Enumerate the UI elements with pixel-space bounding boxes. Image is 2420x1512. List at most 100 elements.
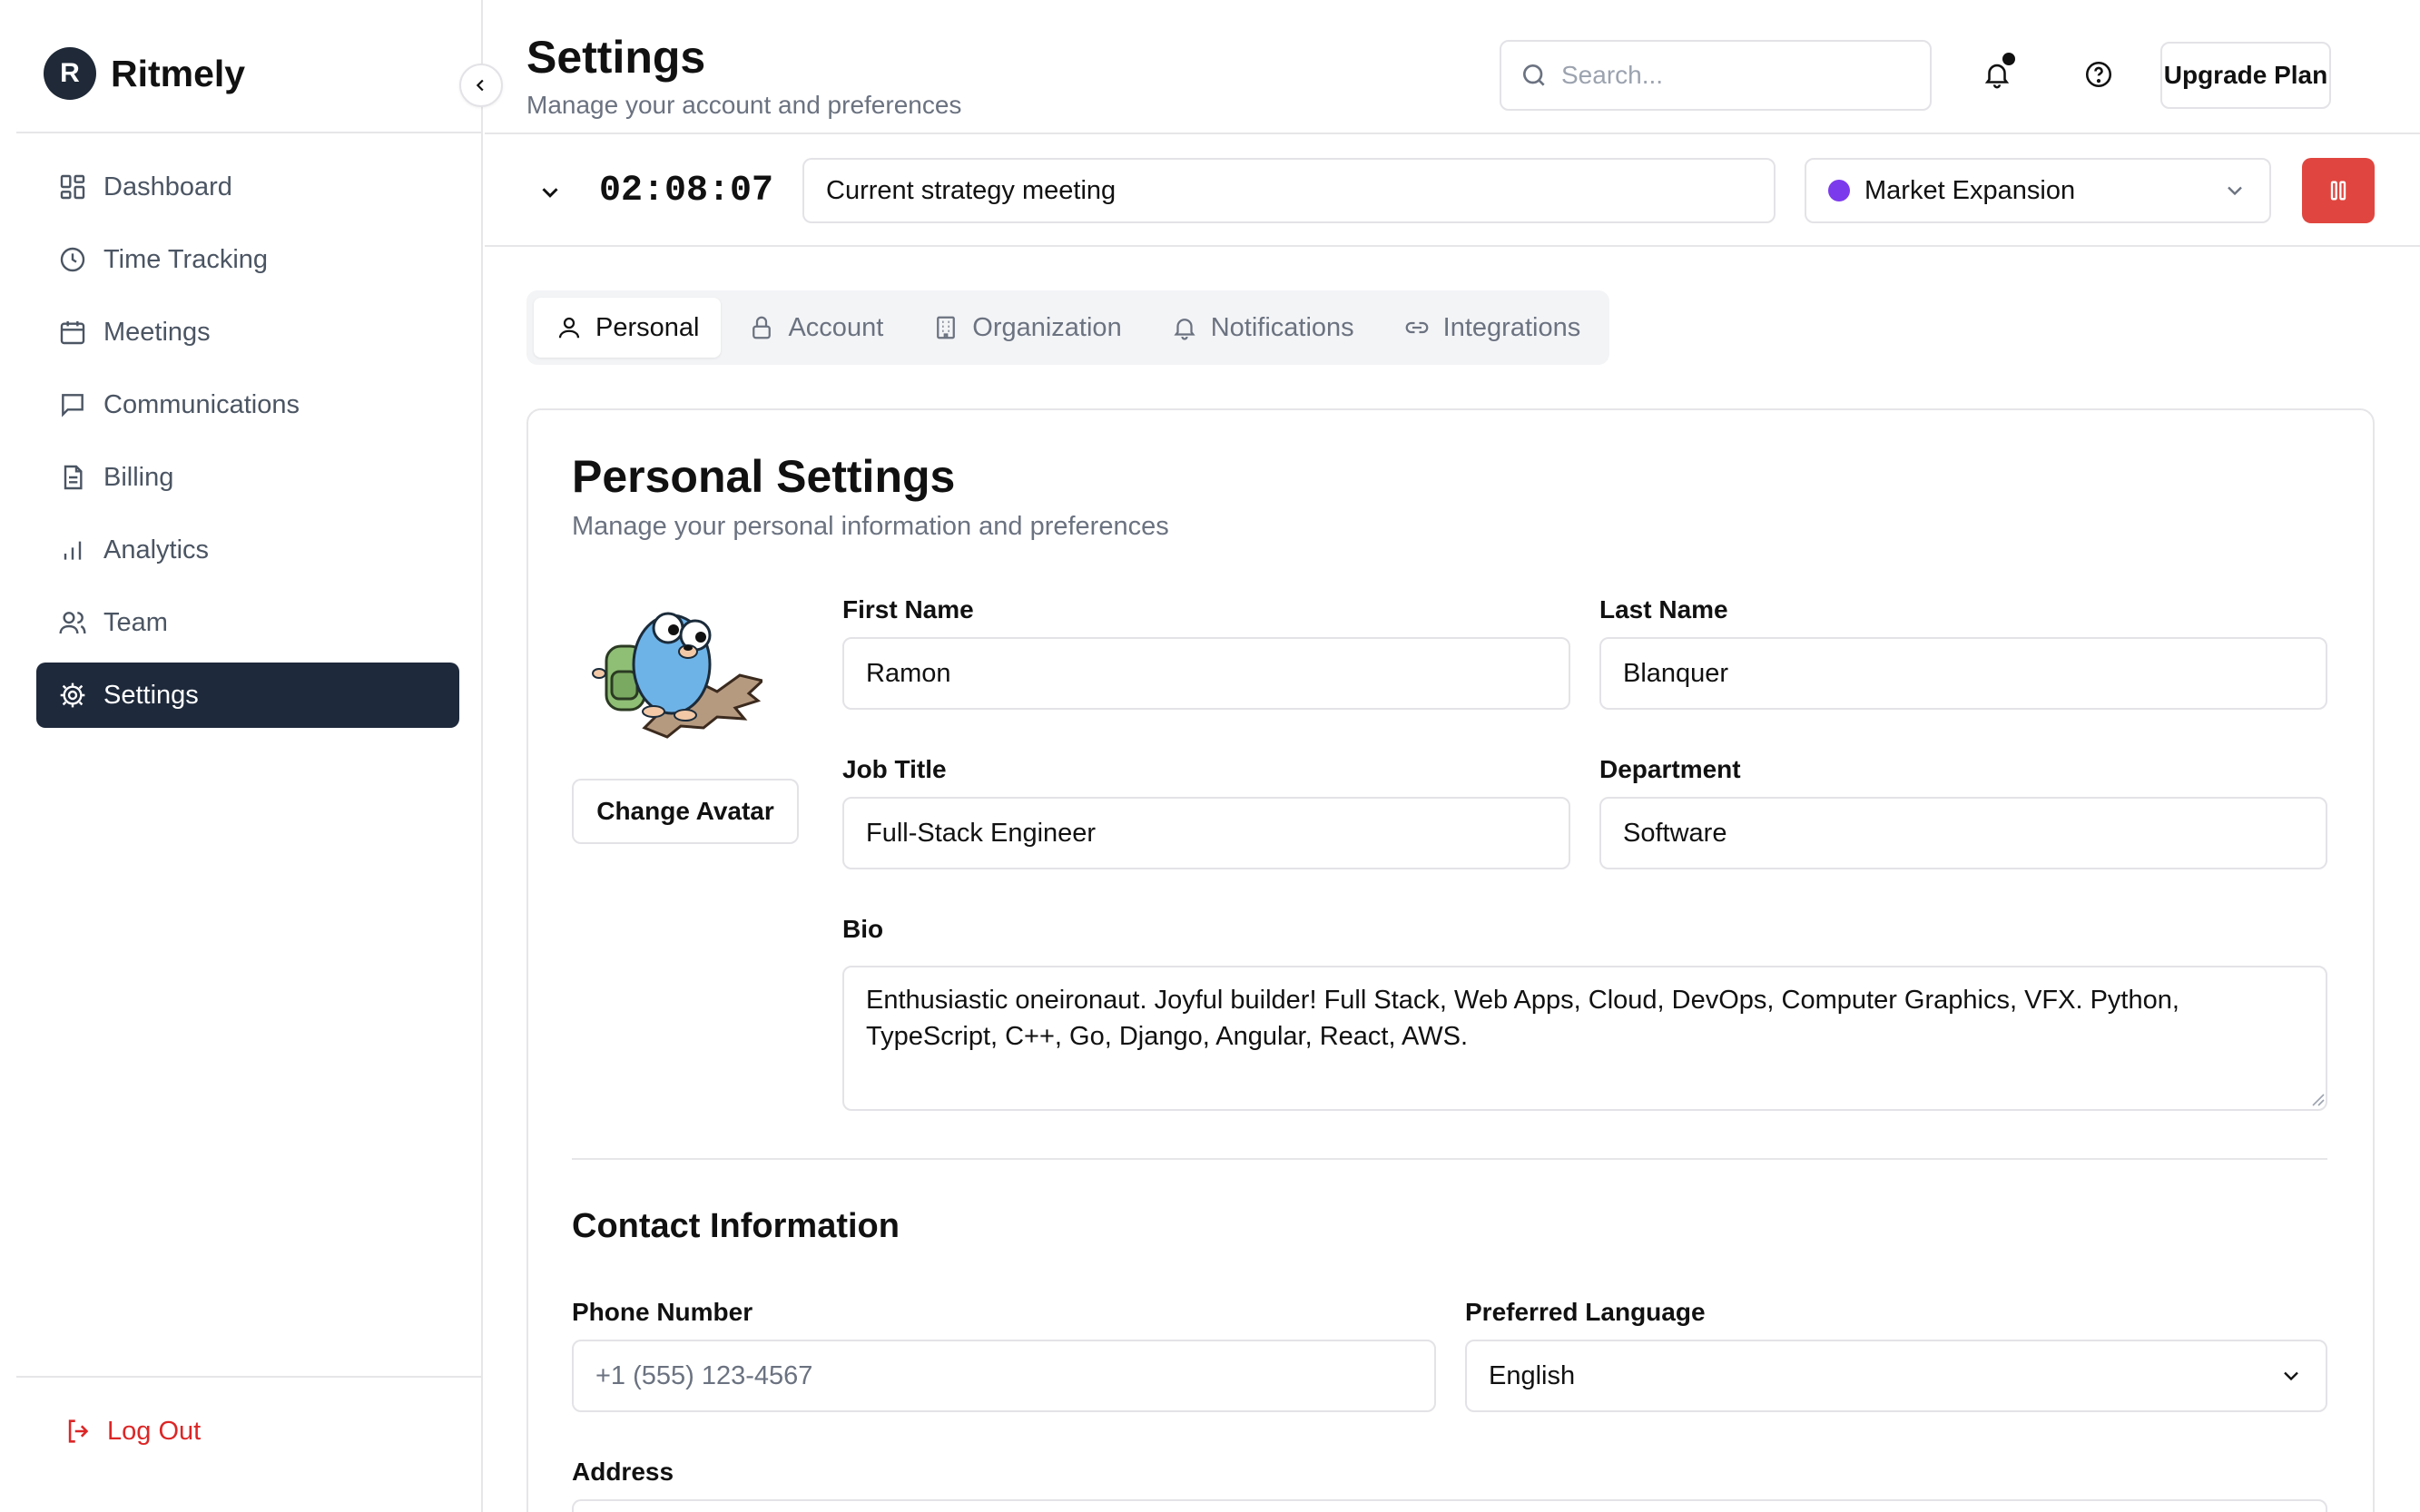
- timer-expand-button[interactable]: [530, 172, 570, 212]
- address-label: Address: [572, 1458, 674, 1486]
- gear-icon: [60, 682, 85, 708]
- sidebar-item-label: Meetings: [103, 317, 211, 347]
- tab-account[interactable]: Account: [726, 298, 905, 358]
- change-avatar-button[interactable]: Change Avatar: [572, 779, 799, 844]
- sidebar-item-meetings[interactable]: Meetings: [36, 299, 459, 365]
- search-box[interactable]: [1500, 40, 1932, 111]
- tab-label: Notifications: [1210, 312, 1354, 342]
- phone-label: Phone Number: [572, 1298, 753, 1326]
- tab-notifications[interactable]: Notifications: [1149, 298, 1376, 358]
- sidebar-item-settings[interactable]: Settings: [36, 663, 459, 728]
- building-icon: [937, 316, 956, 339]
- project-color-dot: [1828, 180, 1850, 201]
- sidebar: R Ritmely Dashboard Time Tracking Meetin…: [0, 0, 483, 1512]
- page-header: Settings Manage your account and prefere…: [485, 0, 2420, 134]
- language-label: Preferred Language: [1465, 1298, 1706, 1326]
- sidebar-item-billing[interactable]: Billing: [36, 445, 459, 510]
- help-icon: [2085, 61, 2112, 88]
- tab-label: Personal: [595, 312, 700, 342]
- users-icon: [59, 612, 86, 634]
- sidebar-item-analytics[interactable]: Analytics: [36, 517, 459, 583]
- sidebar-item-label: Communications: [103, 389, 300, 419]
- logout-button[interactable]: Log Out: [64, 1416, 201, 1447]
- user-icon: [558, 317, 580, 339]
- clock-icon: [60, 247, 85, 272]
- sidebar-nav: Dashboard Time Tracking Meetings Communi…: [36, 154, 459, 735]
- chevron-down-icon: [2228, 186, 2242, 196]
- sidebar-item-label: Dashboard: [103, 172, 232, 201]
- section-divider: [572, 1158, 2327, 1160]
- last-name-field[interactable]: [1599, 637, 2327, 710]
- project-select[interactable]: Market Expansion: [1805, 158, 2271, 223]
- dashboard-icon: [60, 174, 85, 200]
- tab-label: Integrations: [1442, 312, 1581, 342]
- brand[interactable]: R Ritmely: [44, 45, 245, 102]
- chevron-down-icon: [542, 188, 558, 198]
- avatar: [581, 592, 766, 746]
- language-select-value: English: [1489, 1360, 1576, 1390]
- brand-logo: R: [44, 47, 96, 100]
- timer-display: 02:08:07: [599, 171, 774, 211]
- department-field[interactable]: [1599, 797, 2327, 869]
- settings-tabs: Personal Account Organization Notificati…: [526, 290, 1610, 365]
- job-title-field[interactable]: [842, 797, 1570, 869]
- pause-timer-button[interactable]: [2302, 158, 2375, 223]
- sidebar-item-label: Analytics: [103, 535, 210, 565]
- sidebar-item-label: Settings: [103, 680, 199, 710]
- help-button[interactable]: [2071, 47, 2126, 102]
- sidebar-item-time-tracking[interactable]: Time Tracking: [36, 227, 459, 292]
- sidebar-item-team[interactable]: Team: [36, 590, 459, 655]
- bio-label: Bio: [842, 915, 884, 943]
- calendar-icon: [60, 321, 85, 345]
- sidebar-item-label: Billing: [103, 462, 174, 492]
- collapse-sidebar-button[interactable]: [459, 64, 503, 107]
- personal-settings-card: Personal Settings Manage your personal i…: [526, 408, 2375, 1512]
- notification-dot: [2002, 53, 2015, 65]
- link-icon: [1405, 321, 1428, 334]
- card-title: Personal Settings: [572, 451, 956, 502]
- department-label: Department: [1599, 755, 1741, 783]
- first-name-field[interactable]: [842, 637, 1570, 710]
- job-title-label: Job Title: [842, 755, 947, 783]
- tab-personal[interactable]: Personal: [534, 298, 722, 358]
- bell-icon: [1174, 319, 1195, 340]
- lock-icon: [753, 316, 772, 339]
- tab-organization[interactable]: Organization: [910, 298, 1143, 358]
- gopher-avatar-image: [592, 612, 766, 739]
- language-select[interactable]: English: [1465, 1340, 2327, 1412]
- file-text-icon: [64, 465, 83, 490]
- sidebar-item-label: Time Tracking: [103, 244, 269, 274]
- project-select-value: Market Expansion: [1864, 175, 2076, 205]
- tab-label: Organization: [972, 312, 1122, 342]
- pause-icon: [2330, 181, 2346, 201]
- tab-label: Account: [788, 312, 884, 342]
- address-field[interactable]: [572, 1499, 2327, 1512]
- timer-bar: 02:08:07 Market Expansion: [485, 136, 2420, 247]
- page-subtitle: Manage your account and preferences: [526, 91, 962, 119]
- last-name-label: Last Name: [1599, 595, 1728, 623]
- bio-textarea[interactable]: Enthusiastic oneironaut. Joyful builder!…: [842, 966, 2327, 1111]
- message-icon: [62, 394, 84, 417]
- search-input[interactable]: [1561, 61, 1906, 90]
- sidebar-item-dashboard[interactable]: Dashboard: [36, 154, 459, 220]
- sidebar-divider: [16, 1376, 481, 1378]
- brand-name: Ritmely: [111, 52, 246, 94]
- resize-handle-icon[interactable]: [2307, 1089, 2326, 1107]
- tab-integrations[interactable]: Integrations: [1382, 298, 1603, 358]
- chevron-left-icon: [476, 79, 484, 92]
- sidebar-divider: [16, 132, 481, 133]
- contact-section-title: Contact Information: [572, 1207, 900, 1245]
- logout-label: Log Out: [107, 1416, 202, 1446]
- bar-chart-icon: [64, 541, 82, 560]
- chevron-down-icon: [2284, 1371, 2298, 1381]
- upgrade-plan-button[interactable]: Upgrade Plan: [2160, 42, 2331, 109]
- search-icon: [1523, 64, 1545, 86]
- logout-icon: [68, 1419, 89, 1443]
- notifications-button[interactable]: [1970, 47, 2024, 102]
- sidebar-item-label: Team: [103, 607, 168, 637]
- page-title: Settings: [526, 32, 706, 83]
- task-description-input[interactable]: [802, 158, 1776, 223]
- first-name-label: First Name: [842, 595, 974, 623]
- phone-field[interactable]: [572, 1340, 1436, 1412]
- sidebar-item-communications[interactable]: Communications: [36, 372, 459, 437]
